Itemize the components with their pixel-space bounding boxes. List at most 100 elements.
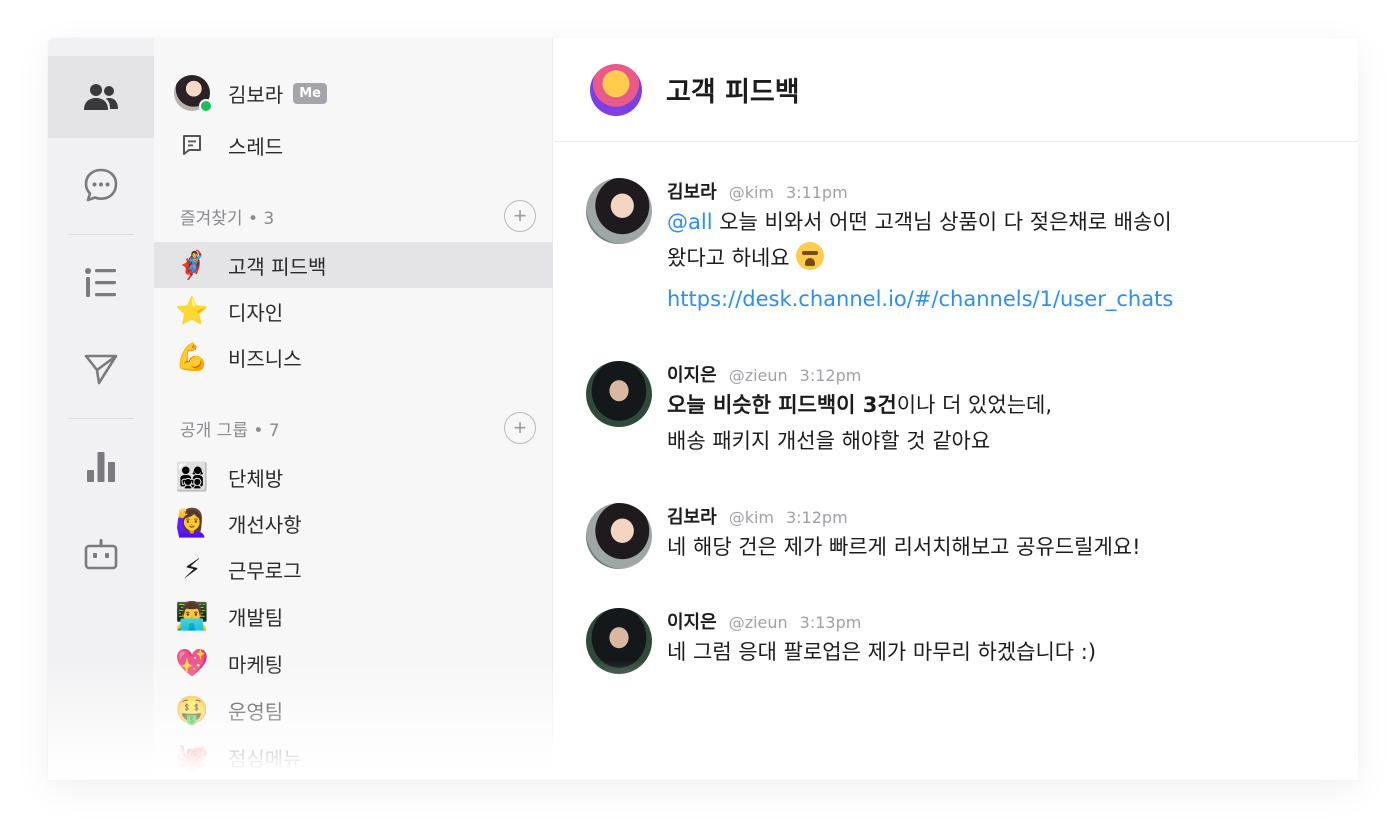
family-icon: 👨‍👩‍👧‍👦: [175, 461, 209, 493]
chat-panel: 고객 피드백 김보라 @kim 3:11pm @all 오늘 비와서 어떤 고객…: [554, 38, 1358, 780]
threads-label: 스레드: [228, 134, 284, 159]
online-status-dot: [199, 99, 213, 113]
group-item-group-room[interactable]: 👨‍👩‍👧‍👦 단체방: [154, 454, 553, 500]
group-label: 마케팅: [228, 652, 284, 677]
message-time: 3:11pm: [785, 183, 848, 202]
lightning-icon: ⚡: [182, 553, 202, 585]
mention-all[interactable]: @all: [667, 210, 713, 234]
send-icon: [84, 354, 118, 385]
technologist-icon: 👨‍💻: [175, 600, 209, 632]
author-name[interactable]: 김보라: [667, 503, 717, 529]
channel-item-business[interactable]: 💪 비즈니스: [154, 334, 553, 380]
message-header: 이지은 @zieun 3:12pm: [667, 361, 1307, 387]
channel-label: 디자인: [228, 300, 284, 325]
channel-sidebar: 김보라 Me 스레드 즐겨찾기 • 3 + 🦸‍♀️ 고객 피드백 ⭐ 디자인: [154, 38, 553, 780]
rail-team-chat-button[interactable]: [48, 56, 154, 138]
group-label: 개선사항: [228, 512, 302, 537]
group-label: 점심메뉴: [228, 746, 302, 771]
avatar: [174, 75, 213, 113]
rail-divider: [68, 418, 134, 419]
crying-face-icon: [796, 242, 825, 270]
public-groups-title: 공개 그룹 • 7: [180, 420, 280, 441]
group-label: 개발팀: [228, 605, 284, 630]
message-time: 3:13pm: [799, 613, 862, 632]
superhero-icon: 🦸‍♀️: [175, 249, 209, 281]
rail-chats-button[interactable]: [48, 144, 154, 226]
add-group-button[interactable]: +: [504, 412, 536, 444]
flexed-biceps-icon: 💪: [175, 341, 209, 373]
avatar[interactable]: [586, 361, 652, 427]
raising-hand-icon: 🙋‍♀️: [175, 507, 209, 539]
chat-bubble-icon: [84, 168, 118, 202]
author-handle: @zieun: [728, 613, 788, 632]
rail-divider: [68, 234, 134, 235]
group-label: 근무로그: [228, 558, 302, 583]
message-header: 김보라 @kim 3:12pm: [667, 503, 1307, 529]
plus-icon: +: [513, 415, 527, 440]
message-link[interactable]: https://desk.channel.io/#/channels/1/use…: [667, 284, 1307, 314]
channel-label: 비즈니스: [228, 346, 302, 371]
current-user-row[interactable]: 김보라 Me: [174, 74, 327, 113]
group-item-work-log[interactable]: ⚡ 근무로그: [154, 546, 553, 592]
plus-icon: +: [513, 203, 527, 228]
group-item-marketing[interactable]: 💖 마케팅: [154, 640, 553, 686]
group-item-dev-team[interactable]: 👨‍💻 개발팀: [154, 593, 553, 639]
group-item-operations[interactable]: 🤑 운영팀: [154, 687, 553, 733]
group-item-improvements[interactable]: 🙋‍♀️ 개선사항: [154, 500, 553, 546]
message-text: 네 그럼 응대 팔로업은 제가 마무리 하겠습니다 :): [667, 640, 1097, 664]
star-icon: ⭐: [175, 295, 209, 327]
author-name[interactable]: 김보라: [667, 178, 717, 204]
superhero-icon: [590, 63, 642, 116]
message-text: 오늘 비슷한 피드백이 3건이나 더 있었는데, 배송 패키지 개선을 해야할 …: [667, 387, 1307, 459]
bar-chart-icon: [87, 452, 115, 482]
message-body: 김보라 @kim 3:11pm @all 오늘 비와서 어떤 고객님 상품이 다…: [667, 178, 1307, 314]
message-body: 이지은 @zieun 3:13pm 네 그럼 응대 팔로업은 제가 마무리 하겠…: [667, 608, 1307, 670]
author-handle: @kim: [728, 508, 774, 527]
avatar[interactable]: [586, 608, 652, 674]
channel-item-customer-feedback[interactable]: 🦸‍♀️ 고객 피드백: [154, 242, 553, 288]
group-label: 운영팀: [228, 699, 284, 724]
message-body: 김보라 @kim 3:12pm 네 해당 건은 제가 빠르게 리서치해보고 공유…: [667, 503, 1307, 565]
favorites-section-header: 즐겨찾기 • 3 +: [180, 198, 536, 234]
message-time: 3:12pm: [785, 508, 848, 527]
rail-send-button[interactable]: [48, 328, 154, 410]
avatar[interactable]: [586, 178, 652, 244]
octopus-icon: 🐙: [175, 741, 209, 773]
message-header: 이지은 @zieun 3:13pm: [667, 608, 1307, 634]
rail-list-button[interactable]: [48, 242, 154, 324]
message-text-line: 오늘 비와서 어떤 고객님 상품이 다 젖은채로 배송이: [712, 210, 1172, 234]
message-text-line: 배송 패키지 개선을 해야할 것 같아요: [667, 429, 991, 453]
add-favorite-button[interactable]: +: [504, 200, 536, 232]
favorites-title: 즐겨찾기 • 3: [180, 208, 275, 229]
message-text-line: 이나 더 있었는데,: [896, 393, 1053, 417]
money-mouth-icon: 🤑: [175, 694, 209, 726]
sparkling-heart-icon: 💖: [175, 647, 209, 679]
me-badge: Me: [293, 82, 327, 104]
group-label: 단체방: [228, 466, 284, 491]
app-window: 김보라 Me 스레드 즐겨찾기 • 3 + 🦸‍♀️ 고객 피드백 ⭐ 디자인: [48, 38, 1358, 780]
chat-title: 고객 피드백: [666, 77, 800, 108]
public-groups-section-header: 공개 그룹 • 7 +: [180, 410, 536, 446]
message-text: @all 오늘 비와서 어떤 고객님 상품이 다 젖은채로 배송이 왔다고 하네…: [667, 204, 1307, 276]
message-header: 김보라 @kim 3:11pm: [667, 178, 1307, 204]
author-name[interactable]: 이지은: [667, 361, 717, 387]
list-icon: [85, 268, 116, 297]
thread-icon: [174, 133, 210, 157]
rail-statistics-button[interactable]: [48, 426, 154, 508]
message-text: 네 해당 건은 제가 빠르게 리서치해보고 공유드릴게요!: [667, 535, 1141, 559]
author-handle: @kim: [728, 183, 774, 202]
group-item-lunch-menu[interactable]: 🐙 점심메뉴: [154, 734, 553, 780]
bot-icon: [84, 539, 118, 570]
people-icon: [84, 84, 118, 110]
channel-item-design[interactable]: ⭐ 디자인: [154, 288, 553, 334]
threads-link[interactable]: 스레드: [174, 126, 283, 164]
message-bold-text: 오늘 비슷한 피드백이 3건: [667, 393, 897, 417]
author-name[interactable]: 이지은: [667, 608, 717, 634]
avatar[interactable]: [586, 503, 652, 569]
channel-label: 고객 피드백: [228, 254, 327, 279]
rail-bot-button[interactable]: [48, 514, 154, 596]
message-text-line: 왔다고 하네요: [667, 246, 797, 270]
nav-rail: [48, 38, 154, 780]
current-user-name: 김보라: [228, 82, 284, 107]
message-time: 3:12pm: [799, 366, 862, 385]
